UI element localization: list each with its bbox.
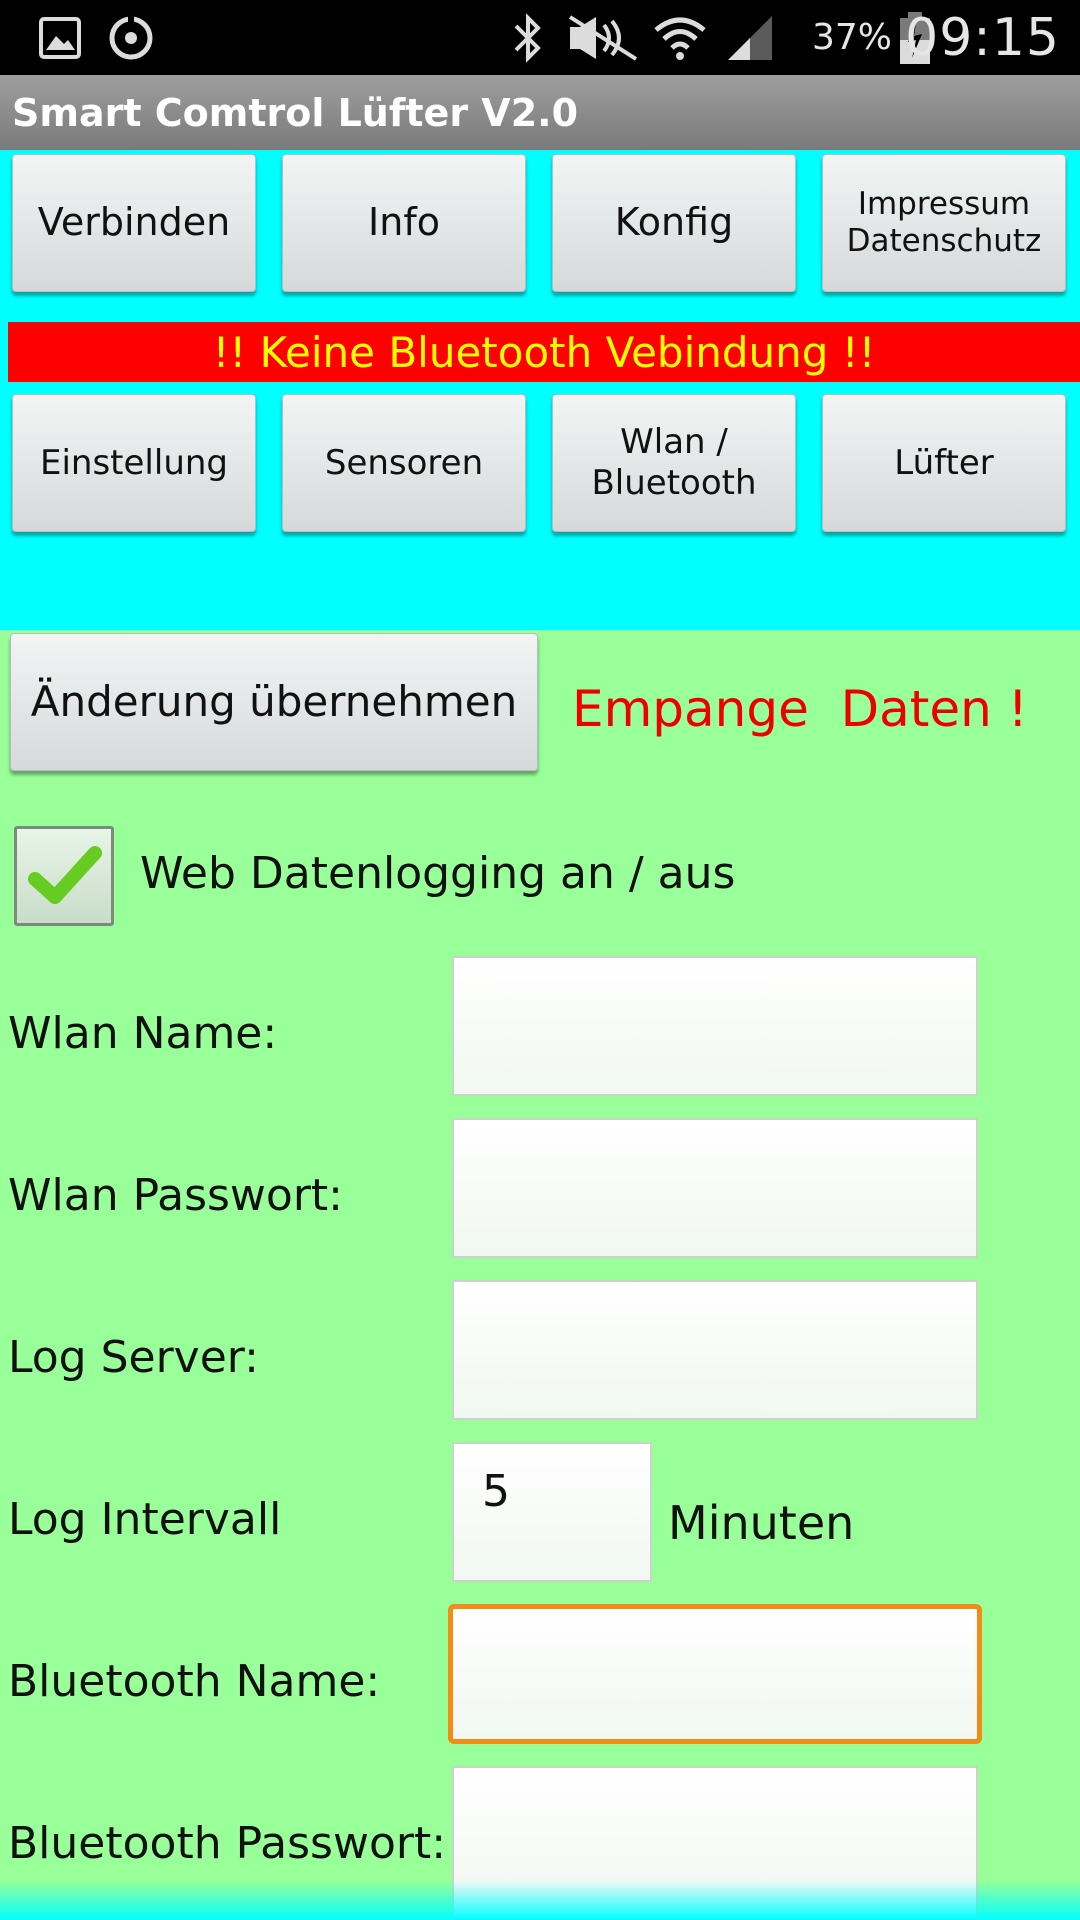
signal-icon [724,0,776,75]
log-interval-label: Log Intervall [8,1494,282,1545]
apply-changes-button[interactable]: Änderung übernehmen [10,633,538,771]
battery-percentage: 37% [811,17,892,58]
imprint-privacy-button[interactable]: Impressum Datenschutz [822,154,1066,292]
wlan-bluetooth-tab-button[interactable]: Wlan / Bluetooth [552,394,796,532]
wlan-password-label: Wlan Passwort: [8,1170,344,1221]
bluetooth-name-label: Bluetooth Name: [8,1656,381,1707]
web-logging-checkbox[interactable] [14,826,114,926]
app-title: Smart Comtrol Lüfter V2.0 [12,90,579,135]
bluetooth-password-label: Bluetooth Passwort: [8,1818,447,1869]
wlan-name-label: Wlan Name: [8,1008,278,1059]
connect-button[interactable]: Verbinden [12,154,256,292]
config-button[interactable]: Konfig [552,154,796,292]
log-interval-unit: Minuten [668,1496,855,1550]
bluetooth-name-input[interactable] [448,1604,982,1744]
bluetooth-icon [508,0,548,75]
web-logging-label: Web Datenlogging an / aus [140,848,736,899]
checkmark-icon [28,846,102,904]
connection-warning: !! Keine Bluetooth Vebindung !! [8,322,1080,382]
gallery-icon [38,0,82,75]
settings-tab-button[interactable]: Einstellung [12,394,256,532]
sensors-tab-button[interactable]: Sensoren [282,394,526,532]
connection-warning-text: !! Keine Bluetooth Vebindung !! [212,327,876,377]
log-interval-input[interactable]: 5 [452,1442,652,1582]
status-bar: 37% 09:15 [0,0,1080,75]
mute-icon [566,0,640,75]
fan-tab-button[interactable]: Lüfter [822,394,1066,532]
wlan-name-input[interactable] [452,956,978,1096]
receive-status-text: Empange Daten ! [572,680,1028,738]
clock: 09:15 [905,7,1060,68]
scroll-edge-glow [0,1880,1080,1920]
sync-icon [106,0,156,75]
app-title-bar: Smart Comtrol Lüfter V2.0 [0,75,1080,150]
wifi-icon [652,0,708,75]
wlan-password-input[interactable] [452,1118,978,1258]
info-button[interactable]: Info [282,154,526,292]
log-server-label: Log Server: [8,1332,259,1383]
log-server-input[interactable] [452,1280,978,1420]
